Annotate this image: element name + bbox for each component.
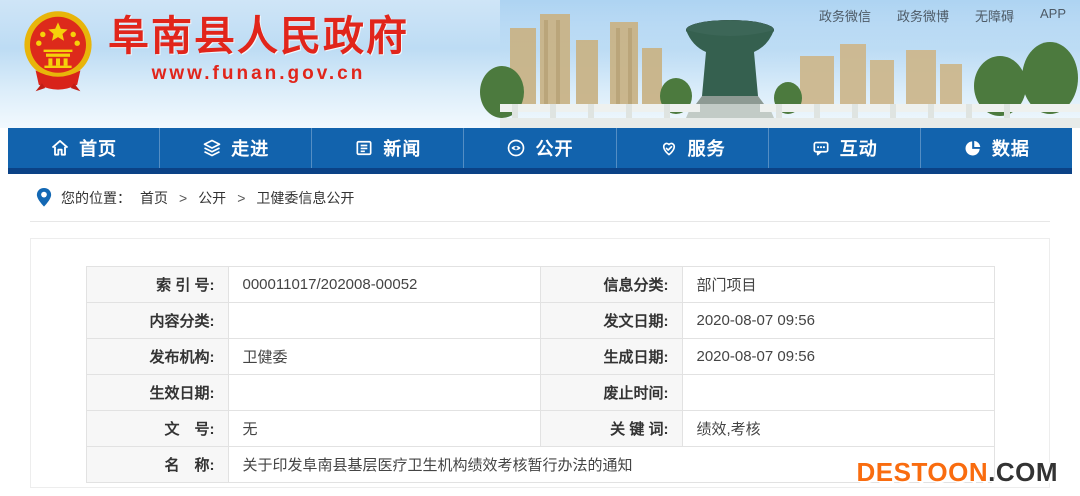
nav-item-home[interactable]: 首页	[8, 128, 159, 168]
site-url: www.funan.gov.cn	[108, 63, 409, 85]
nav-item-interaction[interactable]: 互动	[768, 128, 920, 168]
location-pin-icon	[36, 188, 52, 207]
info-category-label: 信息分类:	[540, 267, 682, 303]
layers-icon	[202, 138, 222, 158]
breadcrumb-current[interactable]: 卫健委信息公开	[256, 188, 354, 208]
destoon-watermark: DESTOON.COM	[857, 457, 1059, 488]
home-icon	[50, 138, 70, 158]
title-label: 名 称:	[86, 447, 228, 483]
issue-date-label: 发文日期:	[540, 303, 682, 339]
publisher-value: 卫健委	[228, 339, 540, 375]
top-link-wechat[interactable]: 政务微信	[819, 6, 871, 25]
top-link-app[interactable]: APP	[1040, 6, 1066, 25]
breadcrumb-prefix: 您的位置：	[61, 188, 131, 208]
service-heart-icon	[659, 138, 679, 158]
main-nav: 首页 走进 新闻 公开 服务 互动 数据	[8, 128, 1072, 174]
table-row: 发布机构: 卫健委 生成日期: 2020-08-07 09:56	[86, 339, 994, 375]
breadcrumb-separator: >	[237, 190, 245, 206]
breadcrumb-separator: >	[179, 190, 187, 206]
generate-date-label: 生成日期:	[540, 339, 682, 375]
doc-number-value: 无	[228, 411, 540, 447]
document-info-panel: 索 引 号: 000011017/202008-00052 信息分类: 部门项目…	[30, 238, 1050, 488]
table-row: 文 号: 无 关 键 词: 绩效,考核	[86, 411, 994, 447]
content-category-value	[228, 303, 540, 339]
table-row: 生效日期: 废止时间:	[86, 375, 994, 411]
top-utility-links: 政务微信 政务微博 无障碍 APP	[819, 6, 1066, 25]
top-link-weibo[interactable]: 政务微博	[897, 6, 949, 25]
index-number-value: 000011017/202008-00052	[228, 267, 540, 303]
breadcrumb-disclosure[interactable]: 公开	[198, 188, 226, 208]
table-row: 索 引 号: 000011017/202008-00052 信息分类: 部门项目	[86, 267, 994, 303]
generate-date-value: 2020-08-07 09:56	[682, 339, 994, 375]
document-meta-table: 索 引 号: 000011017/202008-00052 信息分类: 部门项目…	[86, 266, 995, 483]
index-number-label: 索 引 号:	[86, 267, 228, 303]
nav-item-about[interactable]: 走进	[159, 128, 311, 168]
info-category-value: 部门项目	[682, 267, 994, 303]
table-row: 内容分类: 发文日期: 2020-08-07 09:56	[86, 303, 994, 339]
publisher-label: 发布机构:	[86, 339, 228, 375]
keywords-value: 绩效,考核	[682, 411, 994, 447]
national-emblem-icon	[18, 8, 98, 96]
news-icon	[354, 138, 374, 158]
watermark-tld: .COM	[988, 457, 1058, 487]
nav-item-services[interactable]: 服务	[616, 128, 768, 168]
effective-date-label: 生效日期:	[86, 375, 228, 411]
nav-item-news[interactable]: 新闻	[311, 128, 463, 168]
nav-item-data[interactable]: 数据	[920, 128, 1072, 168]
chat-icon	[811, 138, 831, 158]
site-logo[interactable]: 阜南县人民政府 www.funan.gov.cn	[18, 8, 409, 96]
keywords-label: 关 键 词:	[540, 411, 682, 447]
eye-icon	[506, 138, 526, 158]
issue-date-value: 2020-08-07 09:56	[682, 303, 994, 339]
site-header: 政务微信 政务微博 无障碍 APP 阜南县人民政府 www.funan.gov.…	[0, 0, 1080, 128]
effective-date-value	[228, 375, 540, 411]
content-category-label: 内容分类:	[86, 303, 228, 339]
site-title: 阜南县人民政府	[108, 14, 409, 59]
doc-number-label: 文 号:	[86, 411, 228, 447]
top-link-accessibility[interactable]: 无障碍	[975, 6, 1014, 25]
watermark-brand: DESTOON	[857, 457, 989, 487]
nav-item-disclosure[interactable]: 公开	[463, 128, 615, 168]
abolish-date-label: 废止时间:	[540, 375, 682, 411]
pie-chart-icon	[963, 138, 983, 158]
abolish-date-value	[682, 375, 994, 411]
breadcrumb: 您的位置： 首页 > 公开 > 卫健委信息公开	[30, 174, 1050, 222]
breadcrumb-home[interactable]: 首页	[140, 188, 168, 208]
